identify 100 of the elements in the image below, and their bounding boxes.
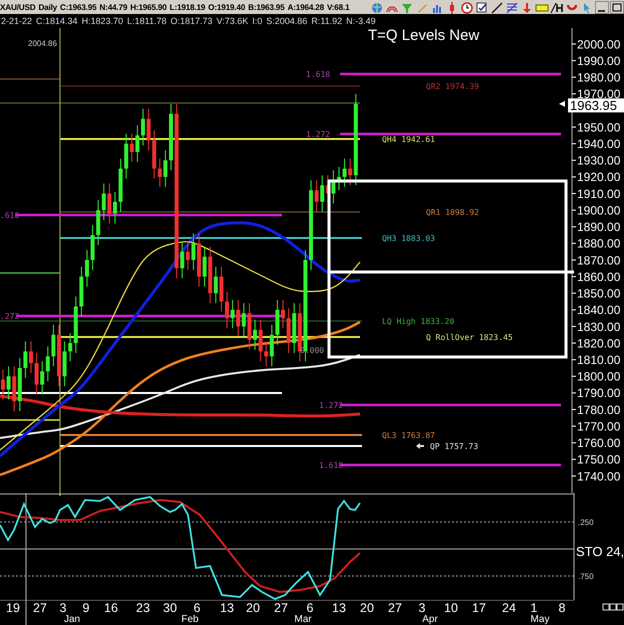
quote-value: O:1919.40	[208, 2, 246, 12]
fibonacci-label: 1.618	[319, 461, 344, 470]
price-level-label: QR2 1974.39	[426, 82, 479, 91]
month-label: Feb	[181, 614, 199, 625]
quote-value: N:44.79	[99, 2, 128, 12]
price-level-label: QH3 1883.03	[382, 234, 435, 243]
fibonacci-label: .610	[0, 211, 20, 220]
price-axis-label: 1830.00	[577, 320, 620, 334]
bar-info-value: S:2004.86	[266, 16, 308, 26]
date-label: 3	[60, 601, 66, 615]
price-axis-label: 1940.00	[577, 137, 620, 151]
price-axis-label: 1840.00	[577, 303, 620, 318]
price-axis-label: 1740.00	[577, 469, 620, 484]
chart-title: T=Q Levels New	[368, 28, 480, 44]
price-level-label: QL3 1763.87	[382, 431, 435, 440]
price-axis-label: 1920.00	[577, 170, 620, 184]
candle	[1, 369, 5, 400]
date-label: 27	[388, 601, 402, 615]
maximize-icon[interactable]	[610, 0, 624, 14]
price-axis-label: 1770.00	[577, 419, 620, 434]
price-axis-label: 1750.00	[577, 452, 620, 467]
oscillator-level-label: .250	[578, 518, 594, 527]
fibonacci-label: 1.272	[319, 401, 344, 410]
date-label: 23	[136, 601, 150, 615]
price-level-label: QH4 1942.61	[382, 135, 435, 144]
bar-info-value: V:73.6K	[216, 16, 248, 26]
date-label: 3	[418, 601, 426, 615]
bar-info-value: R:11.92	[311, 16, 342, 26]
squares-icon	[602, 604, 624, 610]
date-label: 30	[163, 601, 177, 615]
fibonacci-label: .272	[0, 312, 20, 321]
check-icon[interactable]	[475, 0, 489, 14]
line-icon[interactable]	[490, 0, 504, 14]
bar-info-value: N:-3.49	[346, 16, 376, 26]
candle	[253, 319, 257, 350]
price-axis-label: 1820.00	[577, 336, 620, 350]
month-label: May	[530, 614, 550, 625]
clock-icon[interactable]	[460, 0, 474, 14]
arrow-left-icon	[416, 443, 424, 449]
date-label: 17	[472, 601, 486, 615]
quote-value: B:1963.95	[248, 2, 285, 12]
price-axis-label: 1880.00	[577, 236, 620, 251]
price-axis-label: 2000.00	[577, 37, 620, 52]
candle	[169, 103, 173, 171]
bar-info-value: L:1811.78	[127, 16, 166, 26]
candle	[197, 232, 201, 288]
price-axis-label: 1870.00	[577, 253, 620, 268]
date-label: 10	[444, 601, 458, 615]
date-label: 9	[82, 601, 90, 615]
quote-value: A:1964.28	[288, 2, 324, 12]
globe-icon[interactable]	[370, 0, 384, 14]
bar-info-value: C:1814.34	[36, 16, 78, 26]
month-label: Mar	[294, 614, 312, 625]
price-level-line	[0, 78, 60, 80]
price-level-line	[0, 419, 60, 421]
quote-value: V:68.1	[326, 2, 350, 12]
price-axis-label: 1760.00	[577, 436, 620, 450]
oscillator-level-label: .750	[578, 572, 594, 581]
candle	[113, 191, 117, 224]
price-axis-label: 1890.00	[577, 220, 620, 234]
date-label: 6	[306, 601, 314, 615]
price-axis-label: 1790.00	[577, 386, 620, 400]
minimize-icon[interactable]	[595, 0, 609, 14]
candle	[29, 340, 33, 374]
pointer-icon	[559, 100, 565, 107]
quote-value: H:1965.90	[130, 2, 167, 12]
date-label: 20	[246, 601, 260, 615]
h-icon[interactable]	[550, 0, 564, 14]
fibonacci-label: 1.272	[306, 130, 330, 139]
price-level-line	[0, 272, 60, 274]
oscillator-name: STO 24,	[576, 544, 624, 559]
bar-info-value: H:1823.70	[82, 16, 124, 26]
price-axis-label: 1780.00	[577, 402, 620, 417]
price-level-label: QP 1757.73	[430, 442, 478, 451]
price-axis-label: 1900.00	[577, 203, 620, 218]
date-label: 13	[332, 601, 346, 615]
price-axis-label: 1950.00	[577, 120, 620, 134]
bar-info-value: 2-21-22	[1, 16, 32, 26]
current-price-label: 1963.95	[568, 98, 624, 113]
price-level-label: QR1 1898.92	[426, 208, 479, 217]
candle	[225, 291, 229, 329]
price-axis-label: 1800.00	[577, 370, 620, 384]
candle	[141, 108, 145, 146]
month-label: Jan	[64, 614, 80, 625]
candle	[57, 324, 61, 387]
date-label: 13	[220, 601, 234, 615]
date-label: 24	[502, 601, 516, 615]
price-axis-label: 1990.00	[577, 54, 620, 68]
date-label: 6	[194, 601, 200, 615]
period-label: Daily	[38, 2, 58, 12]
bar-info-value: I:0	[252, 16, 262, 26]
high-price-marker: 2004.86	[28, 39, 57, 48]
price-axis-label: 1980.00	[577, 70, 620, 85]
price-level-label: LQ High 1833.20	[382, 317, 454, 326]
date-label: 1	[530, 601, 538, 615]
bar-info-value: O:1817.73	[170, 16, 213, 26]
price-axis-label: 1850.00	[577, 286, 620, 301]
month-label: Apr	[422, 614, 438, 625]
date-label: 19	[6, 601, 20, 615]
fib-icon[interactable]	[505, 0, 519, 14]
